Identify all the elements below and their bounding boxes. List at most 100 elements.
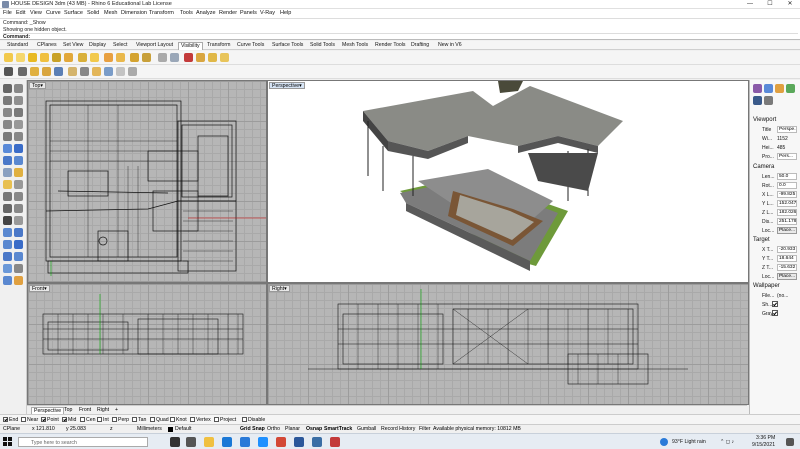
osnap-tan[interactable]: Tan	[132, 417, 146, 423]
lock-objects-icon[interactable]	[52, 53, 61, 62]
point-icon[interactable]	[14, 84, 23, 93]
boolean-difference-icon[interactable]	[14, 228, 23, 237]
tab-drafting[interactable]: Drafting	[409, 42, 431, 50]
viewport-label-front[interactable]: Front▾	[29, 285, 50, 292]
camera-z-field[interactable]: 182.026	[777, 209, 797, 216]
tab-curve-tools[interactable]: Curve Tools	[235, 42, 266, 50]
arc-icon[interactable]	[14, 108, 23, 117]
new-file-icon[interactable]	[30, 67, 39, 76]
menu-edit[interactable]: Edit	[16, 10, 25, 16]
tab-solid-tools[interactable]: Solid Tools	[308, 42, 337, 50]
hide-swap-icon[interactable]	[40, 53, 49, 62]
curve-icon[interactable]	[14, 96, 23, 105]
projection-dropdown[interactable]: Pers...	[777, 153, 797, 160]
layer-icon[interactable]	[170, 53, 179, 62]
mail-icon[interactable]	[222, 437, 232, 447]
paste-icon[interactable]	[104, 67, 113, 76]
lens-length-field[interactable]: 50.0	[777, 173, 797, 180]
sphere-icon[interactable]	[14, 156, 23, 165]
analyze-icon[interactable]	[14, 264, 23, 273]
osnap-mid[interactable]: Mid	[62, 417, 76, 423]
copy-icon[interactable]	[92, 67, 101, 76]
trim-icon[interactable]	[14, 216, 23, 225]
light-icon[interactable]	[14, 168, 23, 177]
text-icon[interactable]	[14, 180, 23, 189]
layer-color-swatch[interactable]	[168, 427, 173, 432]
mesh-icon[interactable]	[3, 168, 12, 177]
word-icon[interactable]	[294, 437, 304, 447]
tab-viewport-layout[interactable]: Viewport Layout	[134, 42, 175, 50]
windows-search-icon[interactable]	[186, 437, 196, 447]
boolean-union-icon[interactable]	[3, 228, 12, 237]
add-view-tab-button[interactable]: +	[113, 407, 120, 413]
tab-display[interactable]: Display	[87, 42, 108, 50]
render-tab-icon[interactable]	[753, 96, 762, 105]
view-tab-front[interactable]: Front	[77, 407, 93, 413]
tab-visibility[interactable]: Visibility	[178, 42, 203, 50]
osnap-near[interactable]: Near	[21, 417, 38, 423]
split-icon[interactable]	[3, 216, 12, 225]
vray-icon[interactable]	[330, 437, 340, 447]
ortho-toggle[interactable]: Ortho	[267, 426, 280, 432]
disable-icon[interactable]	[184, 53, 193, 62]
menu-transform[interactable]: Transform	[149, 10, 174, 16]
target-z-field[interactable]: -15.632	[777, 264, 797, 271]
explode-icon[interactable]	[14, 240, 23, 249]
menu-view[interactable]: View	[30, 10, 42, 16]
save-icon[interactable]	[54, 67, 63, 76]
tab-surface-tools[interactable]: Surface Tools	[270, 42, 305, 50]
offset-icon[interactable]	[3, 132, 12, 141]
rhino-taskbar-icon[interactable]	[312, 437, 322, 447]
show-selected-icon[interactable]	[28, 53, 37, 62]
perspective-viewport[interactable]: Perspective▾	[267, 80, 749, 283]
notifications-icon[interactable]	[786, 438, 794, 446]
viewport-label-top[interactable]: Top▾	[29, 82, 46, 89]
menu-tools[interactable]: Tools	[180, 10, 193, 16]
units-label[interactable]: Millimeters	[137, 426, 162, 432]
tab-select[interactable]: Select	[111, 42, 129, 50]
osnap-tan-checkbox[interactable]	[132, 417, 137, 422]
tab-new-in-v6[interactable]: New in V6	[436, 42, 464, 50]
osnap-disable-checkbox[interactable]	[242, 417, 247, 422]
menu-render[interactable]: Render	[219, 10, 237, 16]
osnap-cen[interactable]: Cen	[80, 417, 96, 423]
rotate-icon[interactable]	[3, 204, 12, 213]
file-explorer-icon[interactable]	[204, 437, 214, 447]
store-icon[interactable]	[258, 437, 268, 447]
scale-icon[interactable]	[14, 204, 23, 213]
menu-mesh[interactable]: Mesh	[104, 10, 117, 16]
cut-icon[interactable]	[80, 67, 89, 76]
command-prompt[interactable]: Command:	[3, 33, 798, 40]
system-tray-icons[interactable]: ⌃ ◻ ♪	[720, 439, 734, 445]
unlock-objects-icon[interactable]	[64, 53, 73, 62]
wallpaper-show-checkbox[interactable]	[772, 301, 778, 307]
polygon-icon[interactable]	[14, 120, 23, 129]
box-icon[interactable]	[3, 156, 12, 165]
open-file-icon[interactable]	[42, 67, 51, 76]
top-viewport[interactable]: Top▾	[27, 80, 267, 283]
cancel-icon[interactable]	[4, 67, 13, 76]
show-points-icon[interactable]	[90, 53, 99, 62]
weather-text[interactable]: 93°F Light rain	[672, 439, 706, 445]
select-icon[interactable]	[18, 67, 27, 76]
edge-icon[interactable]	[240, 437, 250, 447]
isolate-icon[interactable]	[196, 53, 205, 62]
windows-start-icon[interactable]	[3, 437, 13, 447]
properties-tab-icon[interactable]	[753, 84, 762, 93]
osnap-end[interactable]: End	[3, 417, 18, 423]
tab-set-view[interactable]: Set View	[61, 42, 85, 50]
layers-tab-icon[interactable]	[764, 84, 773, 93]
front-viewport[interactable]: Front▾	[27, 283, 267, 405]
filter-toggle[interactable]: Filter	[419, 426, 431, 432]
tab-transform[interactable]: Transform	[205, 42, 232, 50]
show-all-icon[interactable]	[220, 53, 229, 62]
viewport-label-right[interactable]: Right▾	[269, 285, 290, 292]
undo-icon[interactable]	[116, 67, 125, 76]
camera-y-field[interactable]: 152.047	[777, 200, 797, 207]
osnap-quad[interactable]: Quad	[150, 417, 169, 423]
view-tab-top[interactable]: Top	[62, 407, 74, 413]
move-icon[interactable]	[3, 192, 12, 201]
osnap-knot[interactable]: Knot	[170, 417, 187, 423]
grid-snap-toggle[interactable]: Grid Snap	[240, 426, 265, 432]
osnap-knot-checkbox[interactable]	[170, 417, 175, 422]
